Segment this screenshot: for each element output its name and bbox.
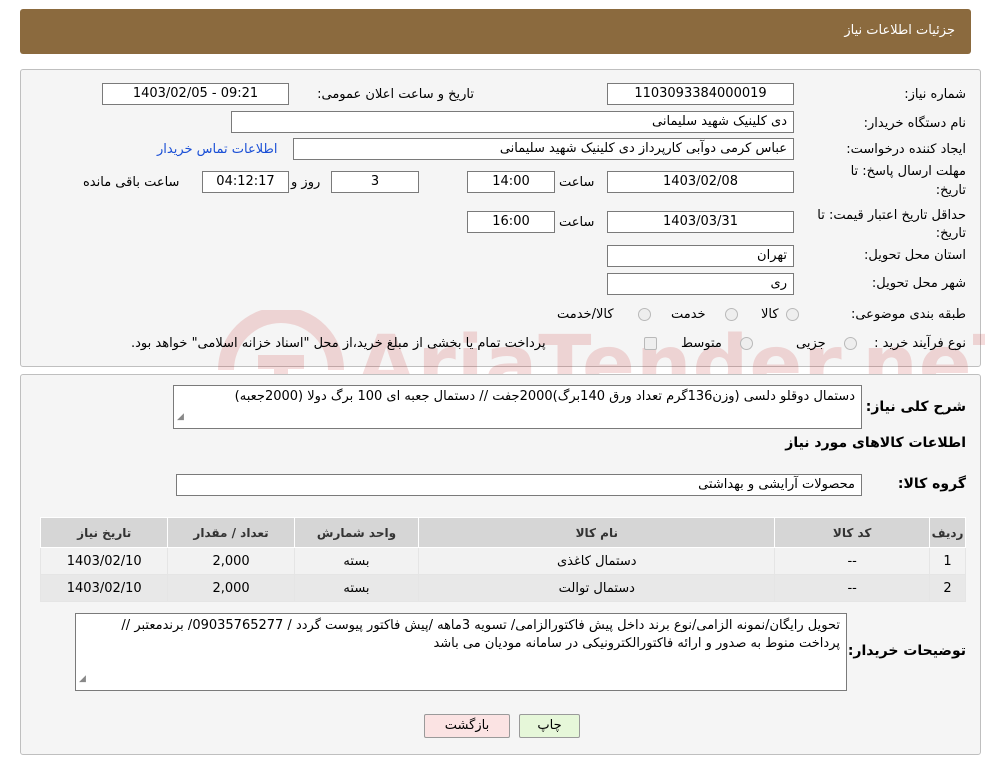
buyer-org-label: نام دستگاه خریدار: (863, 116, 966, 131)
validity-date-field: 1403/03/31 (607, 211, 794, 233)
goods-info-title: اطلاعات کالاهای مورد نیاز (785, 435, 966, 451)
buyer-notes-label: توضیحات خریدار: (847, 643, 966, 659)
remaining-label: ساعت باقی مانده (83, 175, 180, 190)
buyer-notes-text: تحویل رایگان/نمونه الزامی/نوع برند داخل … (121, 618, 840, 651)
process-medium-label: متوسط (681, 336, 722, 351)
col-quantity-header: تعداد / مقدار (167, 517, 295, 548)
buyer-notes-textarea[interactable]: تحویل رایگان/نمونه الزامی/نوع برند داخل … (75, 613, 847, 691)
process-minor-radio[interactable] (844, 337, 857, 350)
resize-grip-icon[interactable]: ◢ (79, 670, 86, 688)
province-field: تهران (607, 245, 794, 267)
goods-group-label: گروه کالا: (897, 476, 966, 492)
resize-grip-icon[interactable]: ◢ (177, 408, 184, 426)
announce-label: تاریخ و ساعت اعلان عمومی: (317, 87, 474, 102)
buyer-org-field: دی کلینیک شهید سلیمانی (231, 111, 794, 133)
days-label: روز و (291, 175, 321, 190)
cell-unit: بسته (293, 547, 420, 575)
buyer-contact-link[interactable]: اطلاعات تماس خریدار (157, 142, 277, 157)
deadline-time-field: 14:00 (467, 171, 555, 193)
col-row-header: ردیف (929, 517, 966, 548)
province-label: استان محل تحویل: (864, 248, 966, 263)
goods-group-field: محصولات آرایشی و بهداشتی (176, 474, 862, 496)
validity-label: حداقل تاریخ اعتبار قیمت: تا (817, 208, 966, 223)
summary-label: شرح کلی نیاز: (865, 399, 966, 415)
need-info-panel: AriaTender.neT شماره نیاز: 1103093384000… (20, 69, 985, 415)
validity-label-date: تاریخ: (935, 226, 966, 241)
category-goods-service-radio[interactable] (638, 308, 651, 321)
process-label: نوع فرآیند خرید : (874, 336, 966, 351)
table-row: 2 -- دستمال توالت بسته 2,000 1403/02/10 (39, 574, 966, 602)
category-goods-service-label: کالا/خدمت (557, 307, 614, 322)
category-label: طبقه بندی موضوعی: (850, 307, 966, 322)
announce-field: 1403/02/05 - 09:21 (102, 83, 289, 105)
city-label: شهر محل تحویل: (871, 276, 966, 291)
goods-table: ردیف کد کالا نام کالا واحد شمارش تعداد /… (39, 517, 966, 602)
cell-date: 1403/02/10 (39, 574, 169, 602)
col-name-header: نام کالا (418, 517, 776, 548)
page-title: جزئیات اطلاعات نیاز (844, 23, 955, 38)
need-number-label: شماره نیاز: (904, 87, 966, 102)
col-code-header: کد کالا (774, 517, 931, 548)
page-header: جزئیات اطلاعات نیاز (20, 9, 971, 54)
process-minor-label: جزیی (796, 336, 826, 351)
cell-quantity: 2,000 (167, 574, 295, 602)
col-date-header: تاریخ نیاز (39, 517, 169, 548)
requester-field: عباس کرمی دوآبی کارپرداز دی کلینیک شهید … (293, 138, 794, 160)
cell-name: دستمال کاغذی (418, 547, 776, 575)
deadline-date-field: 1403/02/08 (607, 171, 794, 193)
cell-row: 2 (929, 574, 966, 602)
print-button[interactable]: چاپ (519, 714, 580, 738)
table-row: 1 -- دستمال کاغذی بسته 2,000 1403/02/10 (39, 547, 966, 575)
cell-row: 1 (929, 547, 966, 575)
process-note: پرداخت تمام یا بخشی از مبلغ خرید،از محل … (131, 336, 546, 351)
cell-quantity: 2,000 (167, 547, 295, 575)
cell-date: 1403/02/10 (39, 547, 169, 575)
category-goods-label: کالا (761, 307, 779, 322)
deadline-time-label: ساعت (559, 175, 595, 190)
deadline-label: مهلت ارسال پاسخ: تا (850, 164, 966, 179)
table-header-row: ردیف کد کالا نام کالا واحد شمارش تعداد /… (39, 517, 966, 548)
city-field: ری (607, 273, 794, 295)
category-goods-radio[interactable] (786, 308, 799, 321)
treasury-checkbox[interactable] (644, 337, 657, 350)
days-field: 3 (331, 171, 419, 193)
col-unit-header: واحد شمارش (293, 517, 420, 548)
cell-code: -- (774, 574, 931, 602)
requester-label: ایجاد کننده درخواست: (846, 142, 966, 157)
category-service-label: خدمت (671, 307, 706, 322)
category-service-radio[interactable] (725, 308, 738, 321)
need-number-field: 1103093384000019 (607, 83, 794, 105)
summary-textarea[interactable]: دستمال دوقلو دلسی (وزن136گرم تعداد ورق 1… (173, 385, 862, 429)
validity-time-label: ساعت (559, 215, 595, 230)
remaining-time-field: 04:12:17 (202, 171, 289, 193)
back-button[interactable]: بازگشت (424, 714, 510, 738)
validity-time-field: 16:00 (467, 211, 555, 233)
summary-text: دستمال دوقلو دلسی (وزن136گرم تعداد ورق 1… (234, 389, 855, 404)
cell-code: -- (774, 547, 931, 575)
deadline-label-date: تاریخ: (935, 183, 966, 198)
cell-unit: بسته (293, 574, 420, 602)
process-medium-radio[interactable] (740, 337, 753, 350)
cell-name: دستمال توالت (418, 574, 776, 602)
